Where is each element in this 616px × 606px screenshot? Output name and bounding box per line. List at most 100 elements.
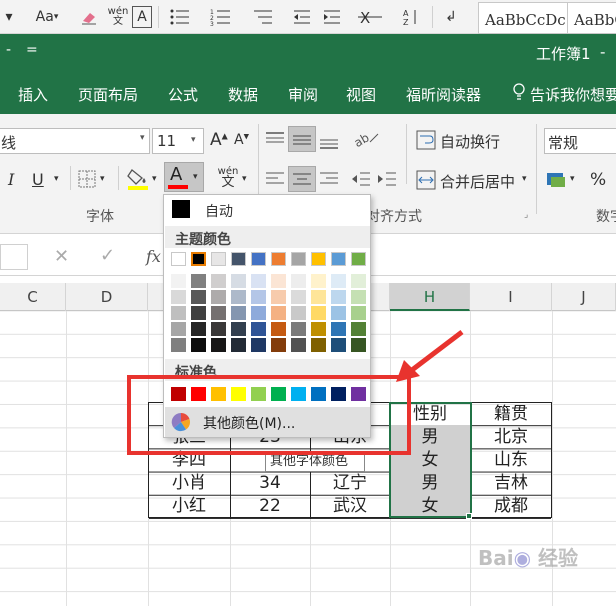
theme-shade-swatch[interactable] bbox=[251, 274, 266, 288]
theme-shade-swatch[interactable] bbox=[231, 290, 246, 304]
theme-shade-swatch[interactable] bbox=[211, 290, 226, 304]
table-cell-origin[interactable]: 成都 bbox=[470, 495, 552, 518]
underline-button[interactable]: U bbox=[32, 170, 44, 189]
theme-shade-swatch[interactable] bbox=[231, 338, 246, 352]
theme-shade-swatch[interactable] bbox=[191, 290, 206, 304]
orientation-icon[interactable]: ab bbox=[352, 128, 382, 154]
theme-shade-swatch[interactable] bbox=[311, 306, 326, 320]
wrap-text-button[interactable]: 自动换行 bbox=[440, 131, 500, 152]
tell-me-search[interactable]: 告诉我你想要 bbox=[530, 84, 616, 105]
theme-shade-swatch[interactable] bbox=[191, 274, 206, 288]
theme-shade-swatch[interactable] bbox=[291, 274, 306, 288]
fill-color-icon[interactable] bbox=[126, 166, 150, 194]
table-cell-age[interactable]: 34 bbox=[230, 472, 310, 495]
asian-layout-icon[interactable]: X bbox=[352, 6, 388, 28]
font-color-button[interactable]: A ▾ bbox=[164, 162, 204, 192]
theme-color-swatch[interactable] bbox=[171, 252, 186, 266]
theme-shade-swatch[interactable] bbox=[331, 274, 346, 288]
tab-insert[interactable]: 插入 bbox=[18, 84, 48, 105]
col-header-h[interactable]: H bbox=[390, 283, 470, 311]
col-header-i[interactable]: I bbox=[470, 283, 552, 311]
enter-icon[interactable]: ✓ bbox=[100, 245, 115, 266]
table-cell-origin[interactable]: 吉林 bbox=[470, 472, 552, 495]
decrease-indent-icon-2[interactable] bbox=[350, 170, 372, 192]
theme-shade-swatch[interactable] bbox=[191, 338, 206, 352]
table-cell-place[interactable]: 辽宁 bbox=[310, 472, 390, 495]
col-header-d[interactable]: D bbox=[66, 283, 148, 311]
style-normal[interactable]: AaBbCcDc bbox=[478, 2, 568, 34]
theme-shade-swatch[interactable] bbox=[351, 306, 366, 320]
theme-shade-swatch[interactable] bbox=[171, 338, 186, 352]
qat-customize-button[interactable]: = bbox=[26, 42, 38, 58]
theme-shade-swatch[interactable] bbox=[351, 322, 366, 336]
table-cell-origin[interactable]: 北京 bbox=[470, 426, 552, 449]
underline-dropdown-icon[interactable]: ▾ bbox=[54, 174, 59, 184]
theme-color-swatch[interactable] bbox=[351, 252, 366, 266]
accounting-dropdown-icon[interactable]: ▾ bbox=[570, 174, 575, 184]
font-name-dropdown-icon[interactable]: ▾ bbox=[140, 133, 145, 143]
table-cell-name[interactable]: 小红 bbox=[148, 495, 230, 518]
table-cell-gender[interactable]: 女 bbox=[390, 495, 470, 518]
grow-font-button[interactable]: A▲ bbox=[210, 130, 228, 150]
tab-page-layout[interactable]: 页面布局 bbox=[78, 84, 138, 105]
theme-shade-swatch[interactable] bbox=[211, 322, 226, 336]
col-header-c[interactable]: C bbox=[0, 283, 66, 311]
insert-function-button[interactable]: fx bbox=[146, 247, 161, 266]
merge-center-icon[interactable] bbox=[416, 170, 436, 194]
theme-shade-swatch[interactable] bbox=[291, 290, 306, 304]
theme-shade-swatch[interactable] bbox=[271, 322, 286, 336]
theme-shade-swatch[interactable] bbox=[271, 306, 286, 320]
bullets-icon[interactable] bbox=[166, 6, 194, 28]
accounting-format-icon[interactable] bbox=[546, 170, 568, 194]
italic-button[interactable]: I bbox=[8, 170, 14, 189]
font-size-field[interactable]: 11 ▾ bbox=[152, 128, 204, 154]
theme-shade-swatch[interactable] bbox=[351, 338, 366, 352]
clear-format-icon[interactable] bbox=[78, 6, 100, 28]
col-header-j[interactable]: J bbox=[552, 283, 616, 311]
theme-shade-swatch[interactable] bbox=[331, 290, 346, 304]
align-top-icon[interactable] bbox=[264, 130, 286, 152]
theme-shade-swatch[interactable] bbox=[291, 338, 306, 352]
tab-review[interactable]: 审阅 bbox=[288, 84, 318, 105]
fill-color-dropdown-icon[interactable]: ▾ bbox=[152, 174, 157, 184]
theme-color-swatch[interactable] bbox=[271, 252, 286, 266]
name-box-edge[interactable] bbox=[0, 244, 28, 270]
align-center-button[interactable] bbox=[288, 166, 316, 192]
theme-shade-swatch[interactable] bbox=[171, 274, 186, 288]
theme-shade-swatch[interactable] bbox=[311, 274, 326, 288]
theme-shade-swatch[interactable] bbox=[251, 306, 266, 320]
theme-shade-swatch[interactable] bbox=[211, 306, 226, 320]
theme-shade-swatch[interactable] bbox=[291, 322, 306, 336]
theme-shade-swatch[interactable] bbox=[251, 338, 266, 352]
increase-indent-icon-2[interactable] bbox=[376, 170, 398, 192]
shrink-font-button[interactable]: A▼ bbox=[234, 132, 249, 148]
borders-icon[interactable] bbox=[78, 170, 96, 192]
theme-color-swatch[interactable] bbox=[331, 252, 346, 266]
tab-formulas[interactable]: 公式 bbox=[168, 84, 198, 105]
merge-dropdown-icon[interactable]: ▾ bbox=[522, 174, 527, 184]
theme-color-swatch[interactable] bbox=[311, 252, 326, 266]
table-cell-place[interactable]: 武汉 bbox=[310, 495, 390, 518]
style-no-spacing[interactable]: AaBbCcDc bbox=[568, 2, 616, 34]
phonetic-button[interactable]: wén 文 bbox=[216, 166, 240, 189]
automatic-color-item[interactable]: 自动 bbox=[165, 197, 370, 223]
theme-shade-swatch[interactable] bbox=[271, 274, 286, 288]
paragraph-mark-icon[interactable]: ↲ bbox=[440, 6, 462, 28]
theme-color-swatch[interactable] bbox=[191, 252, 206, 266]
theme-shade-swatch[interactable] bbox=[191, 322, 206, 336]
theme-shade-swatch[interactable] bbox=[171, 322, 186, 336]
percent-style-button[interactable]: % bbox=[590, 170, 606, 190]
theme-shade-swatch[interactable] bbox=[291, 306, 306, 320]
theme-shade-swatch[interactable] bbox=[211, 274, 226, 288]
header-cell-origin[interactable]: 籍贯 bbox=[470, 403, 552, 426]
table-cell-origin[interactable]: 山东 bbox=[470, 449, 552, 472]
theme-shade-swatch[interactable] bbox=[311, 338, 326, 352]
sort-icon[interactable]: AZ bbox=[400, 6, 422, 28]
decrease-indent-icon[interactable] bbox=[290, 6, 314, 28]
table-cell-gender[interactable]: 男 bbox=[390, 472, 470, 495]
table-cell-age[interactable]: 22 bbox=[230, 495, 310, 518]
multilevel-list-icon[interactable] bbox=[248, 6, 278, 28]
tab-view[interactable]: 视图 bbox=[346, 84, 376, 105]
theme-shade-swatch[interactable] bbox=[271, 338, 286, 352]
theme-shade-swatch[interactable] bbox=[351, 290, 366, 304]
